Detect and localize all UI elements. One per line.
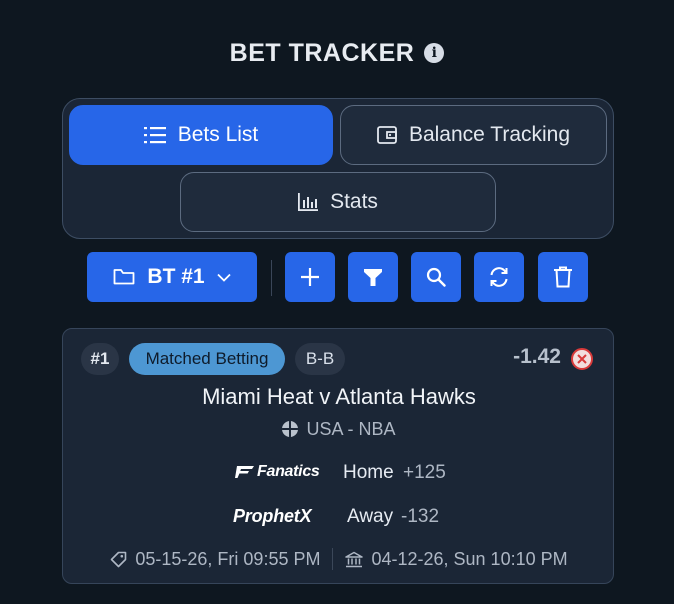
league-name: USA - NBA (306, 418, 396, 439)
bank-icon (345, 551, 364, 567)
refresh-icon (490, 267, 508, 287)
bet-type-badge: Matched Betting (129, 343, 285, 375)
toolbar-divider (271, 260, 272, 296)
info-icon[interactable]: i (424, 43, 445, 63)
fanatics-logo: Fanatics (235, 460, 320, 484)
bar-chart-icon (298, 193, 319, 211)
bet-mode-badge: B-B (295, 343, 345, 375)
leg-odds: +125 (403, 462, 446, 483)
dates-row: 05-15-26, Fri 09:55 PM 04-12-26, Sun 10:… (63, 547, 615, 571)
leg-selection: Away (347, 506, 394, 527)
filter-button[interactable] (348, 252, 398, 302)
tab-balance-tracking[interactable]: Balance Tracking (340, 105, 607, 165)
league-row: USA - NBA (63, 418, 615, 440)
add-bet-button[interactable] (285, 252, 335, 302)
toolbar: BT #1 (0, 252, 674, 304)
tab-label: Balance Tracking (408, 123, 571, 146)
bet-profit: -1.42 (513, 345, 561, 368)
delete-button[interactable] (538, 252, 588, 302)
remove-bet-icon[interactable] (571, 348, 593, 370)
folder-icon (114, 269, 135, 285)
fanatics-mark-icon (235, 466, 254, 478)
view-tabs: Bets List Balance Tracking Stats (62, 98, 614, 239)
tab-stats[interactable]: Stats (180, 172, 496, 232)
tracker-select[interactable]: BT #1 (87, 252, 257, 302)
search-icon (426, 267, 446, 287)
bet-card[interactable]: #1 Matched Betting B-B -1.42 Miami Heat … (62, 328, 614, 584)
event-date: 04-12-26, Sun 10:10 PM (345, 549, 568, 570)
list-icon (143, 127, 166, 144)
leg-selection: Home (343, 462, 394, 483)
bet-leg: ProphetX Away -132 (63, 501, 615, 531)
page-title: BET TRACKER (229, 38, 415, 67)
tab-label: Bets List (177, 123, 259, 146)
basketball-icon (282, 421, 299, 437)
refresh-button[interactable] (474, 252, 524, 302)
leg-odds: -132 (401, 506, 440, 527)
page-header: BET TRACKER i (0, 36, 674, 70)
tab-label: Stats (330, 190, 378, 213)
prophetx-logo: ProphetX (233, 505, 312, 526)
bet-leg: Fanatics Home +125 (63, 457, 615, 487)
bet-number-badge: #1 (81, 343, 119, 375)
tab-bets-list[interactable]: Bets List (69, 105, 333, 165)
wallet-icon (377, 126, 397, 144)
tag-icon (111, 551, 127, 567)
add-icon (301, 268, 319, 286)
placed-date: 05-15-26, Fri 09:55 PM (110, 549, 320, 570)
event-name: Miami Heat v Atlanta Hawks (202, 384, 476, 409)
chevron-down-icon (216, 273, 231, 282)
trash-icon (554, 266, 572, 288)
filter-icon (364, 269, 382, 286)
tracker-label: BT #1 (147, 265, 205, 288)
dates-divider (332, 548, 334, 570)
search-button[interactable] (411, 252, 461, 302)
